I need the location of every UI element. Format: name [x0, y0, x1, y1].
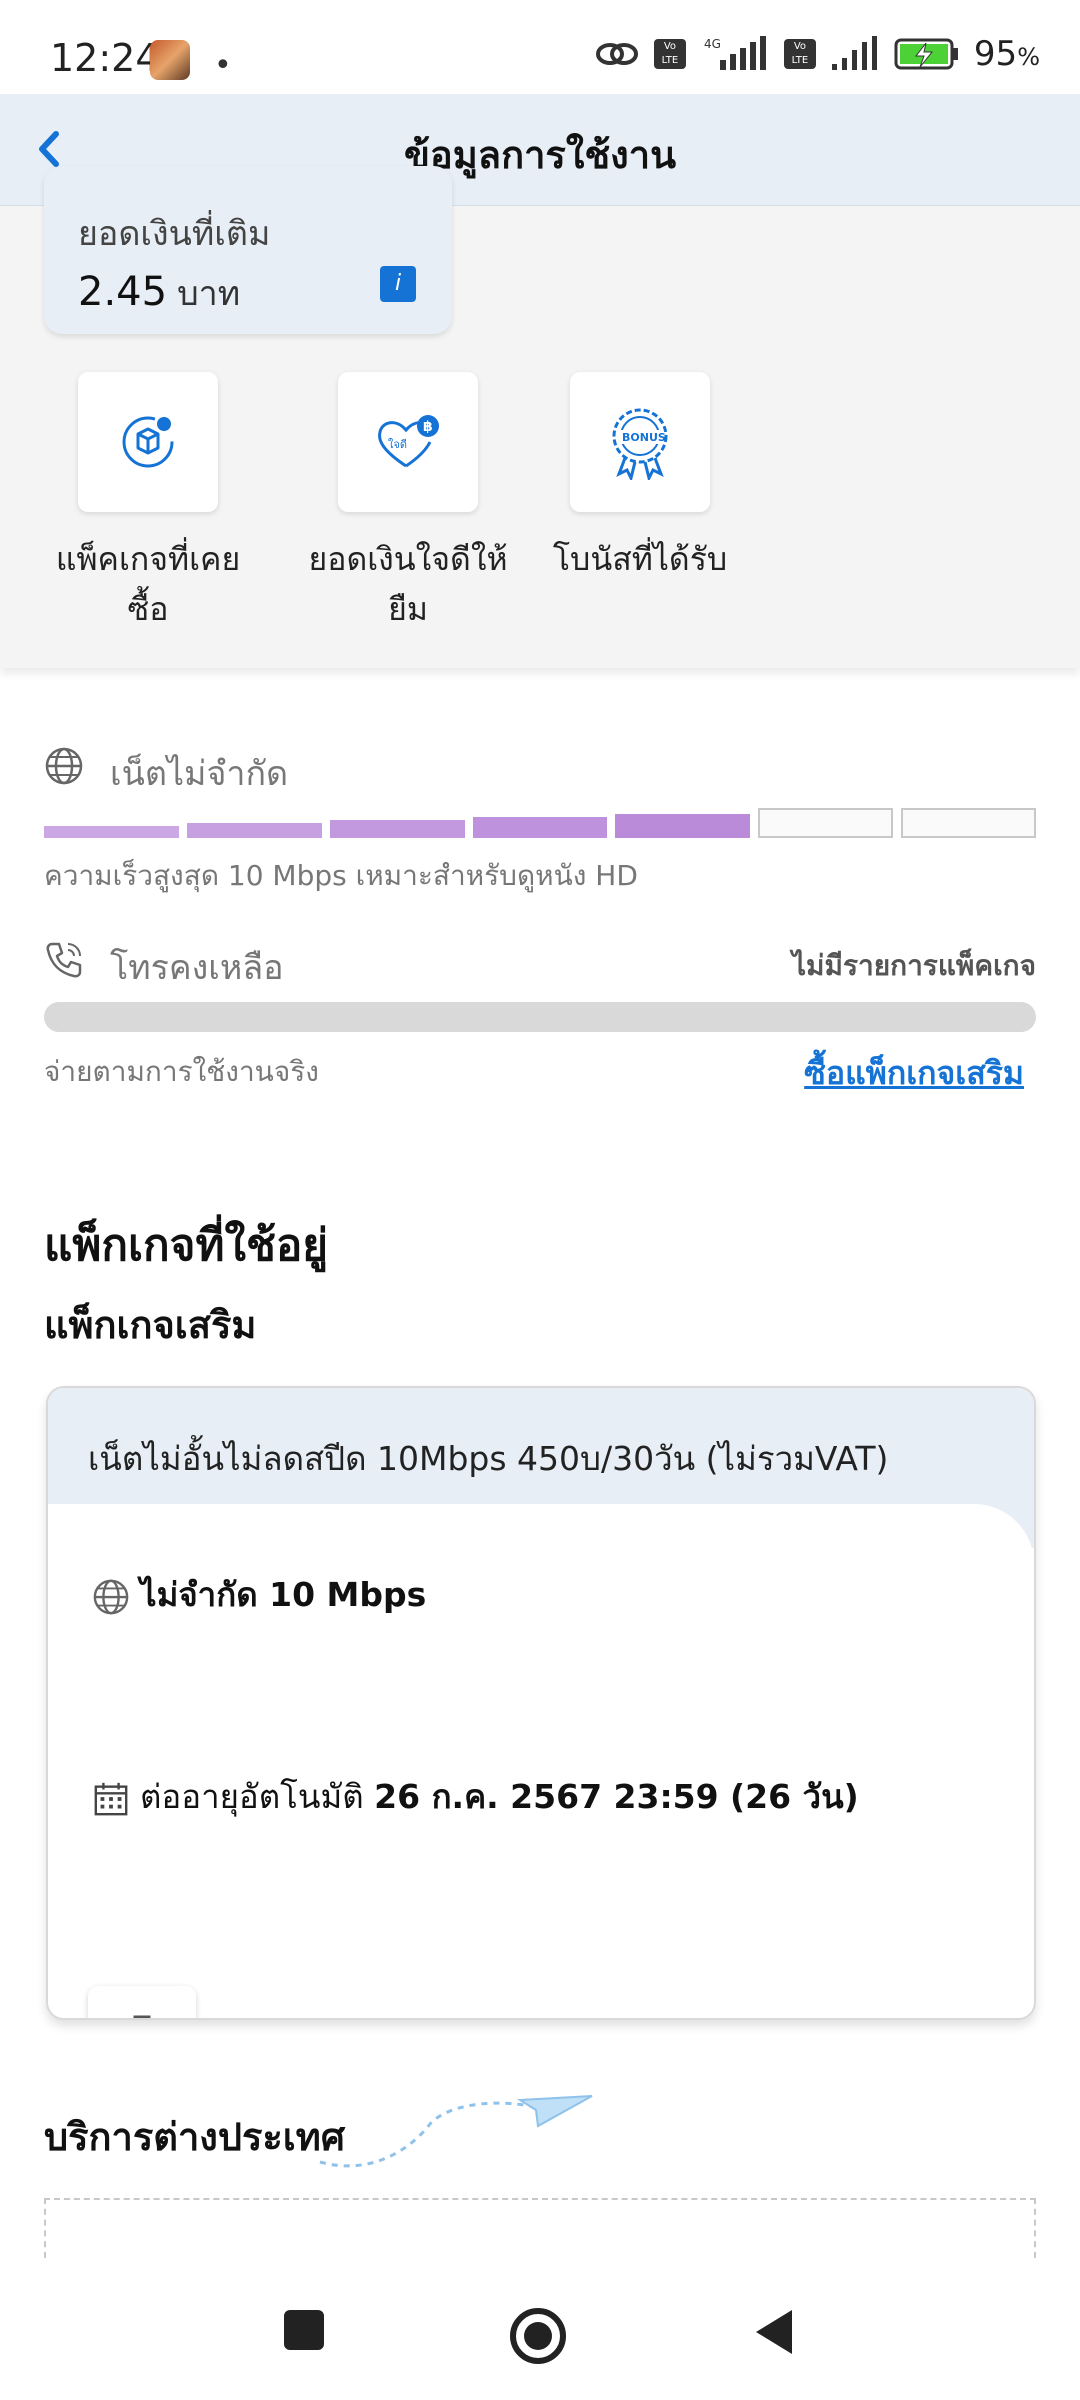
speed-level-segment: [186, 823, 322, 838]
home-icon[interactable]: [508, 2306, 568, 2366]
balance-label: ยอดเงินที่เติม: [78, 214, 271, 254]
speed-level-segment: [472, 817, 608, 838]
internet-description: ความเร็วสูงสุด 10 Mbps เหมาะสำหรับดูหนัง…: [44, 859, 638, 892]
status-bar: 12:24 • Vo LTE 4G Vo LTE 95%: [0, 0, 1080, 94]
recent-apps-icon[interactable]: [280, 2306, 328, 2354]
active-packages-heading: แพ็กเกจที่ใช้อยู่: [44, 1220, 329, 1271]
link-icon: [595, 43, 638, 65]
signal-4g-icon: 4G: [704, 36, 766, 70]
app-notification-avatar-icon: [150, 40, 190, 80]
package-card-body: ไม่จำกัด 10 Mbps ต่ออายุอัตโนมัติ 26 ก.ค…: [48, 1504, 1034, 2018]
speed-level-segment: [758, 808, 894, 838]
bonus-badge-icon: BONUS: [612, 408, 668, 480]
addon-packages-heading: แพ็กเกจเสริม: [44, 1303, 257, 1347]
back-nav-icon[interactable]: [750, 2306, 798, 2358]
battery-percentage: 95%: [973, 34, 1040, 74]
notification-dot-icon: •: [214, 48, 232, 83]
international-services-card: [44, 2198, 1036, 2258]
svg-text:BONUS: BONUS: [622, 431, 666, 444]
speed-level-segment: [44, 826, 179, 838]
heart-loan-icon: ฿ ใจดี: [378, 415, 439, 468]
signal-icon: [831, 36, 877, 70]
balance-card: ยอดเงินที่เติม 2.45 บาท i: [44, 166, 452, 334]
speed-level-segment: [615, 814, 751, 838]
quick-action-package-history[interactable]: แพ็คเกจที่เคยซื้อ: [38, 372, 258, 634]
call-usage-bar: [44, 1002, 1036, 1032]
package-history-icon: [122, 416, 174, 468]
calls-description: จ่ายตามการใช้งานจริง: [44, 1055, 319, 1088]
svg-text:4G: 4G: [704, 37, 721, 51]
quick-action-loan[interactable]: ฿ ใจดี ยอดเงินใจดีให้ยืม: [298, 372, 518, 634]
globe-icon: [93, 1579, 129, 1614]
speed-level-segment: [901, 808, 1036, 838]
info-icon[interactable]: i: [380, 266, 416, 302]
paper-plane-icon: [319, 2095, 593, 2168]
summary-section: ยอดเงินที่เติม 2.45 บาท i แพ็คเกจที่เคยซื…: [0, 166, 1080, 668]
delete-package-button[interactable]: [88, 1986, 196, 2018]
buy-addon-package-link[interactable]: ซื้อแพ็กเกจเสริม: [804, 1048, 1024, 1099]
package-name: เน็ตไม่อั้นไม่ลดสปีด 10Mbps 450บ/30วัน (…: [88, 1439, 889, 1478]
calls-status: ไม่มีรายการแพ็คเกจ: [791, 949, 1036, 982]
balance-amount: 2.45 บาท: [78, 269, 241, 315]
quick-action-bonus[interactable]: BONUS โบนัสที่ได้รับ: [530, 372, 750, 584]
system-navigation-bar: [0, 2262, 1080, 2400]
quick-action-label: โบนัสที่ได้รับ: [552, 540, 728, 578]
svg-text:ใจดี: ใจดี: [388, 438, 407, 451]
speed-level-bar: [44, 802, 1036, 838]
package-feature: ไม่จำกัด 10 Mbps: [92, 1568, 426, 1621]
quick-action-label: ยอดเงินใจดีให้ยืม: [308, 540, 508, 628]
trash-icon: [133, 2015, 151, 2018]
globe-icon: [45, 747, 83, 785]
volte-icon-2: Vo LTE: [783, 39, 816, 69]
quick-action-label: แพ็คเกจที่เคยซื้อ: [55, 540, 241, 628]
package-renewal: ต่ออายุอัตโนมัติ 26 ก.ค. 2567 23:59 (26 …: [92, 1770, 859, 1823]
international-services-heading: บริการต่างประเทศ: [44, 2115, 345, 2159]
status-time: 12:24: [50, 36, 160, 80]
internet-title: เน็ตไม่จำกัด: [110, 754, 289, 794]
phone-icon: [46, 942, 82, 978]
speed-level-segment: [329, 820, 465, 838]
package-card: เน็ตไม่อั้นไม่ลดสปีด 10Mbps 450บ/30วัน (…: [46, 1386, 1036, 2020]
calls-title: โทรคงเหลือ: [110, 948, 284, 988]
volte-icon: Vo LTE: [653, 39, 686, 69]
status-icons: Vo LTE 4G Vo LTE 95%: [594, 34, 1040, 74]
svg-text:฿: ฿: [423, 419, 433, 435]
calendar-icon: [94, 1782, 128, 1815]
battery-charging-icon: [894, 38, 958, 70]
